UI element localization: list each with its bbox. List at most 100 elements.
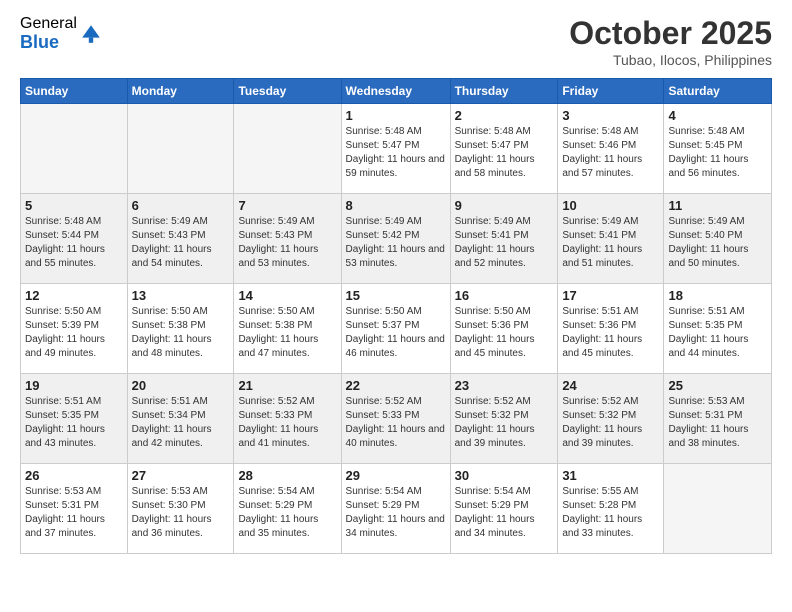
table-row: 8Sunrise: 5:49 AM Sunset: 5:42 PM Daylig… [341,194,450,284]
table-row: 15Sunrise: 5:50 AM Sunset: 5:37 PM Dayli… [341,284,450,374]
day-info: Sunrise: 5:51 AM Sunset: 5:34 PM Dayligh… [132,395,230,451]
table-row: 18Sunrise: 5:51 AM Sunset: 5:35 PM Dayli… [664,284,772,374]
table-row: 23 Sunrise: 5:52 AM Sunset: 5:32 PM Dayli… [450,374,558,464]
day-number: 24 [562,378,659,393]
table-row: 10 Sunrise: 5:49 AM Sunset: 5:41 PM Dayli… [558,194,664,284]
calendar-week-row: 12 Sunrise: 5:50 AM Sunset: 5:39 PM Dayli… [21,284,772,374]
col-friday: Friday [558,79,664,104]
day-number: 19 [25,378,123,393]
table-row: 22 Sunrise: 5:52 AM Sunset: 5:33 PM Dayli… [341,374,450,464]
calendar-week-row: 19Sunrise: 5:51 AM Sunset: 5:35 PM Dayli… [21,374,772,464]
day-number: 31 [562,468,659,483]
day-number: 29 [346,468,446,483]
logo-icon [80,23,102,45]
table-row: 21 Sunrise: 5:52 AM Sunset: 5:33 PM Dayli… [234,374,341,464]
day-info: Sunrise: 5:50 AM Sunset: 5:38 PM Dayligh… [132,305,230,361]
day-number: 2 [455,108,554,123]
day-number: 23 [455,378,554,393]
logo-blue: Blue [20,33,77,53]
day-number: 1 [346,108,446,123]
day-info: Sunrise: 5:53 AM Sunset: 5:31 PM Dayligh… [25,485,123,541]
header: General Blue October 2025 Tubao, Ilocos,… [20,15,772,68]
table-row: 27Sunrise: 5:53 AM Sunset: 5:30 PM Dayli… [127,464,234,554]
table-row: 2 Sunrise: 5:48 AM Sunset: 5:47 PM Daylig… [450,104,558,194]
day-number: 5 [25,198,123,213]
table-row: 28 Sunrise: 5:54 AM Sunset: 5:29 PM Dayli… [234,464,341,554]
table-row: 3 Sunrise: 5:48 AM Sunset: 5:46 PM Daylig… [558,104,664,194]
table-row: 24Sunrise: 5:52 AM Sunset: 5:32 PM Dayli… [558,374,664,464]
day-info: Sunrise: 5:54 AM Sunset: 5:29 PM Dayligh… [346,485,446,541]
col-tuesday: Tuesday [234,79,341,104]
day-info: Sunrise: 5:48 AM Sunset: 5:47 PM Dayligh… [346,125,446,181]
day-number: 25 [668,378,767,393]
day-number: 11 [668,198,767,213]
day-number: 22 [346,378,446,393]
day-number: 13 [132,288,230,303]
day-info: Sunrise: 5:50 AM Sunset: 5:39 PM Dayligh… [25,305,123,361]
day-info: Sunrise: 5:49 AM Sunset: 5:43 PM Dayligh… [238,215,336,271]
day-number: 20 [132,378,230,393]
day-info: Sunrise: 5:52 AM Sunset: 5:33 PM Dayligh… [238,395,336,451]
col-saturday: Saturday [664,79,772,104]
col-wednesday: Wednesday [341,79,450,104]
month-title: October 2025 [569,15,772,52]
table-row: 26 Sunrise: 5:53 AM Sunset: 5:31 PM Dayli… [21,464,128,554]
day-number: 27 [132,468,230,483]
table-row: 7 Sunrise: 5:49 AM Sunset: 5:43 PM Daylig… [234,194,341,284]
table-row [234,104,341,194]
day-number: 30 [455,468,554,483]
day-number: 26 [25,468,123,483]
location: Tubao, Ilocos, Philippines [569,52,772,68]
table-row: 19Sunrise: 5:51 AM Sunset: 5:35 PM Dayli… [21,374,128,464]
calendar-table: Sunday Monday Tuesday Wednesday Thursday… [20,78,772,554]
day-info: Sunrise: 5:54 AM Sunset: 5:29 PM Dayligh… [455,485,554,541]
day-number: 9 [455,198,554,213]
day-info: Sunrise: 5:49 AM Sunset: 5:41 PM Dayligh… [562,215,659,271]
table-row [664,464,772,554]
day-info: Sunrise: 5:55 AM Sunset: 5:28 PM Dayligh… [562,485,659,541]
col-sunday: Sunday [21,79,128,104]
logo-general: General [20,15,77,33]
day-number: 3 [562,108,659,123]
table-row: 6 Sunrise: 5:49 AM Sunset: 5:43 PM Daylig… [127,194,234,284]
calendar-header-row: Sunday Monday Tuesday Wednesday Thursday… [21,79,772,104]
day-number: 14 [238,288,336,303]
table-row: 13 Sunrise: 5:50 AM Sunset: 5:38 PM Dayli… [127,284,234,374]
table-row: 14Sunrise: 5:50 AM Sunset: 5:38 PM Dayli… [234,284,341,374]
day-info: Sunrise: 5:48 AM Sunset: 5:45 PM Dayligh… [668,125,767,181]
day-number: 28 [238,468,336,483]
table-row: 11Sunrise: 5:49 AM Sunset: 5:40 PM Dayli… [664,194,772,284]
day-number: 7 [238,198,336,213]
day-info: Sunrise: 5:48 AM Sunset: 5:46 PM Dayligh… [562,125,659,181]
table-row: 16Sunrise: 5:50 AM Sunset: 5:36 PM Dayli… [450,284,558,374]
table-row: 9Sunrise: 5:49 AM Sunset: 5:41 PM Daylig… [450,194,558,284]
day-info: Sunrise: 5:48 AM Sunset: 5:44 PM Dayligh… [25,215,123,271]
day-info: Sunrise: 5:53 AM Sunset: 5:31 PM Dayligh… [668,395,767,451]
table-row: 4Sunrise: 5:48 AM Sunset: 5:45 PM Daylig… [664,104,772,194]
table-row: 29 Sunrise: 5:54 AM Sunset: 5:29 PM Dayli… [341,464,450,554]
table-row: 30 Sunrise: 5:54 AM Sunset: 5:29 PM Dayli… [450,464,558,554]
col-thursday: Thursday [450,79,558,104]
table-row: 5 Sunrise: 5:48 AM Sunset: 5:44 PM Daylig… [21,194,128,284]
table-row: 31 Sunrise: 5:55 AM Sunset: 5:28 PM Dayli… [558,464,664,554]
day-info: Sunrise: 5:49 AM Sunset: 5:43 PM Dayligh… [132,215,230,271]
day-number: 10 [562,198,659,213]
table-row [127,104,234,194]
day-number: 12 [25,288,123,303]
day-info: Sunrise: 5:52 AM Sunset: 5:33 PM Dayligh… [346,395,446,451]
day-info: Sunrise: 5:52 AM Sunset: 5:32 PM Dayligh… [455,395,554,451]
day-info: Sunrise: 5:48 AM Sunset: 5:47 PM Dayligh… [455,125,554,181]
col-monday: Monday [127,79,234,104]
day-info: Sunrise: 5:51 AM Sunset: 5:35 PM Dayligh… [668,305,767,361]
page: General Blue October 2025 Tubao, Ilocos,… [0,0,792,612]
calendar-week-row: 5 Sunrise: 5:48 AM Sunset: 5:44 PM Daylig… [21,194,772,284]
table-row: 1 Sunrise: 5:48 AM Sunset: 5:47 PM Daylig… [341,104,450,194]
day-info: Sunrise: 5:50 AM Sunset: 5:37 PM Dayligh… [346,305,446,361]
day-info: Sunrise: 5:54 AM Sunset: 5:29 PM Dayligh… [238,485,336,541]
day-number: 21 [238,378,336,393]
day-number: 6 [132,198,230,213]
title-section: October 2025 Tubao, Ilocos, Philippines [569,15,772,68]
calendar-week-row: 26 Sunrise: 5:53 AM Sunset: 5:31 PM Dayli… [21,464,772,554]
logo-text: General Blue [20,15,77,52]
calendar-week-row: 1 Sunrise: 5:48 AM Sunset: 5:47 PM Daylig… [21,104,772,194]
